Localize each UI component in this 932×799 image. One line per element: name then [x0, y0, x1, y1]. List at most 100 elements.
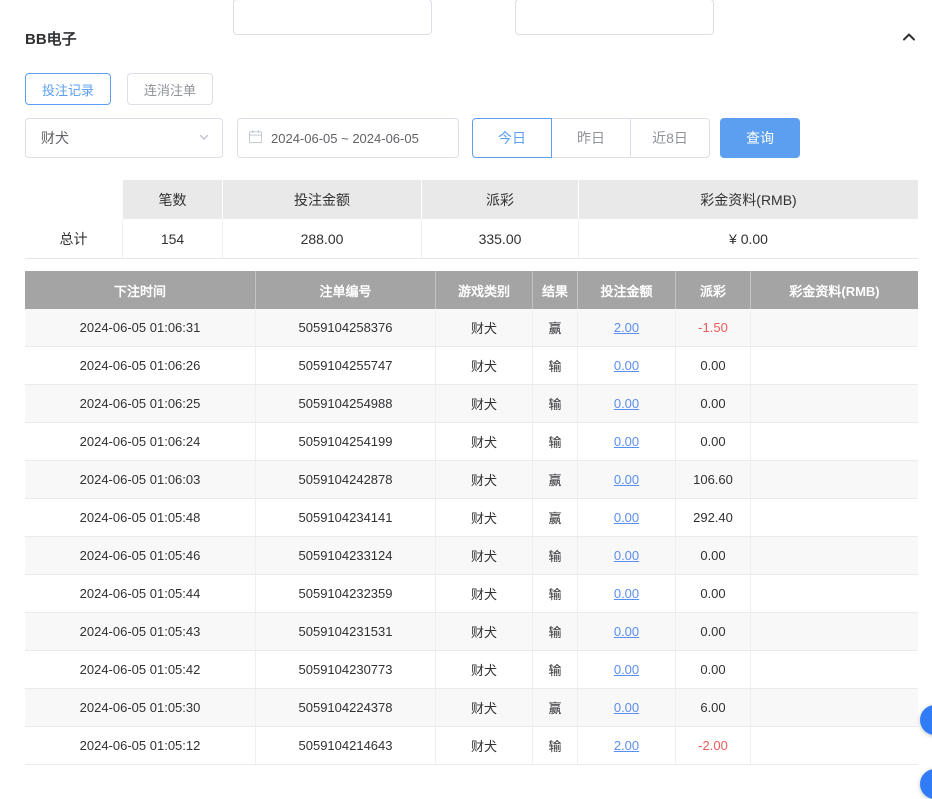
- table-row: 2024-06-05 01:05:43 5059104231531 财犬 输 0…: [25, 613, 918, 651]
- records-table: 下注时间 注单编号 游戏类别 结果 投注金额 派彩 彩金资料(RMB) 2024…: [25, 271, 918, 765]
- cell-bet-time: 2024-06-05 01:06:31: [25, 309, 255, 346]
- cell-order-id: 5059104232359: [255, 575, 435, 612]
- cell-game-type: 财犬: [435, 689, 532, 726]
- quick-yesterday-button[interactable]: 昨日: [551, 118, 631, 158]
- summary-table: 笔数 投注金额 派彩 彩金资料(RMB) 总计 154 288.00 335.0…: [25, 180, 918, 259]
- tab-bet-records[interactable]: 投注记录: [25, 73, 111, 105]
- tab-cancelled-orders[interactable]: 连消注单: [127, 73, 213, 105]
- cell-bet-time: 2024-06-05 01:05:30: [25, 689, 255, 726]
- cell-bet-time: 2024-06-05 01:06:03: [25, 461, 255, 498]
- summary-header-count: 笔数: [122, 180, 222, 219]
- bet-amount-link[interactable]: 0.00: [614, 662, 639, 677]
- cell-bonus: [750, 537, 918, 574]
- summary-header-bet-amount: 投注金额: [222, 180, 421, 219]
- cell-game-type: 财犬: [435, 499, 532, 536]
- cell-bet-amount: 0.00: [577, 461, 675, 498]
- bet-amount-link[interactable]: 0.00: [614, 510, 639, 525]
- cell-bet-amount: 0.00: [577, 651, 675, 688]
- cell-result: 输: [532, 385, 577, 422]
- cell-bet-amount: 2.00: [577, 727, 675, 764]
- cell-bonus: [750, 613, 918, 650]
- cell-bet-time: 2024-06-05 01:05:44: [25, 575, 255, 612]
- cell-bet-time: 2024-06-05 01:05:42: [25, 651, 255, 688]
- cell-bet-amount: 0.00: [577, 613, 675, 650]
- bet-amount-link[interactable]: 0.00: [614, 434, 639, 449]
- cell-order-id: 5059104242878: [255, 461, 435, 498]
- cell-result: 赢: [532, 689, 577, 726]
- cell-payout: -1.50: [675, 309, 750, 346]
- game-select[interactable]: 财犬: [25, 118, 223, 158]
- cell-payout: 0.00: [675, 385, 750, 422]
- cell-bonus: [750, 461, 918, 498]
- collapse-panel-button[interactable]: [900, 28, 918, 49]
- summary-bet-amount-value: 288.00: [222, 219, 421, 258]
- record-type-tabs: 投注记录 连消注单: [25, 73, 918, 105]
- cell-bonus: [750, 385, 918, 422]
- cell-order-id: 5059104224378: [255, 689, 435, 726]
- service-widget-button[interactable]: [920, 769, 932, 799]
- bet-amount-link[interactable]: 0.00: [614, 358, 639, 373]
- summary-header-row: 笔数 投注金额 派彩 彩金资料(RMB): [25, 180, 918, 219]
- cell-game-type: 财犬: [435, 537, 532, 574]
- cell-result: 赢: [532, 309, 577, 346]
- cell-result: 输: [532, 727, 577, 764]
- cell-order-id: 5059104254988: [255, 385, 435, 422]
- cell-bet-time: 2024-06-05 01:05:46: [25, 537, 255, 574]
- panel-header: BB电子: [25, 28, 918, 49]
- cell-game-type: 财犬: [435, 613, 532, 650]
- cell-payout: 0.00: [675, 423, 750, 460]
- cell-bet-time: 2024-06-05 01:05:48: [25, 499, 255, 536]
- top-partial-select-1[interactable]: [233, 0, 432, 35]
- bet-amount-link[interactable]: 0.00: [614, 396, 639, 411]
- cell-order-id: 5059104233124: [255, 537, 435, 574]
- summary-header-payout: 派彩: [421, 180, 578, 219]
- cell-order-id: 5059104231531: [255, 613, 435, 650]
- date-range-input[interactable]: 2024-06-05 ~ 2024-06-05: [237, 118, 459, 158]
- table-row: 2024-06-05 01:05:46 5059104233124 财犬 输 0…: [25, 537, 918, 575]
- table-row: 2024-06-05 01:05:44 5059104232359 财犬 输 0…: [25, 575, 918, 613]
- cell-game-type: 财犬: [435, 309, 532, 346]
- bet-amount-link[interactable]: 0.00: [614, 586, 639, 601]
- table-row: 2024-06-05 01:06:31 5059104258376 财犬 赢 2…: [25, 309, 918, 347]
- table-row: 2024-06-05 01:06:25 5059104254988 财犬 输 0…: [25, 385, 918, 423]
- quick-last8days-button[interactable]: 近8日: [630, 118, 710, 158]
- cell-payout: -2.00: [675, 727, 750, 764]
- summary-total-label: 总计: [25, 219, 122, 258]
- cell-payout: 0.00: [675, 575, 750, 612]
- cell-bonus: [750, 309, 918, 346]
- top-partial-select-2[interactable]: [515, 0, 714, 35]
- table-row: 2024-06-05 01:06:26 5059104255747 财犬 输 0…: [25, 347, 918, 385]
- cell-bet-amount: 2.00: [577, 309, 675, 346]
- bet-amount-link[interactable]: 0.00: [614, 472, 639, 487]
- cell-result: 输: [532, 613, 577, 650]
- bet-amount-link[interactable]: 0.00: [614, 700, 639, 715]
- quick-today-button[interactable]: 今日: [472, 118, 552, 158]
- query-button[interactable]: 查询: [720, 118, 800, 158]
- table-row: 2024-06-05 01:05:48 5059104234141 财犬 赢 0…: [25, 499, 918, 537]
- calendar-icon: [248, 129, 263, 147]
- chevron-down-icon: [198, 130, 210, 146]
- cell-bonus: [750, 423, 918, 460]
- cell-bonus: [750, 499, 918, 536]
- cell-bonus: [750, 347, 918, 384]
- bet-amount-link[interactable]: 0.00: [614, 624, 639, 639]
- header-bet-amount: 投注金额: [577, 271, 675, 309]
- cell-game-type: 财犬: [435, 385, 532, 422]
- header-game-type: 游戏类别: [435, 271, 532, 309]
- table-row: 2024-06-05 01:05:30 5059104224378 财犬 赢 0…: [25, 689, 918, 727]
- cell-bonus: [750, 689, 918, 726]
- summary-header-bonus: 彩金资料(RMB): [578, 180, 918, 219]
- cell-order-id: 5059104230773: [255, 651, 435, 688]
- cell-bet-time: 2024-06-05 01:05:12: [25, 727, 255, 764]
- filter-bar: 财犬 2024-06-05 ~ 2024-06-05 今日 昨日 近8日 查询: [25, 118, 918, 158]
- cell-order-id: 5059104214643: [255, 727, 435, 764]
- cell-bet-amount: 0.00: [577, 385, 675, 422]
- bet-amount-link[interactable]: 0.00: [614, 548, 639, 563]
- cell-game-type: 财犬: [435, 347, 532, 384]
- header-bonus: 彩金资料(RMB): [750, 271, 918, 309]
- bet-amount-link[interactable]: 2.00: [614, 320, 639, 335]
- game-select-value: 财犬: [41, 128, 69, 148]
- records-table-body: 2024-06-05 01:06:31 5059104258376 财犬 赢 2…: [25, 309, 918, 765]
- cell-order-id: 5059104254199: [255, 423, 435, 460]
- records-table-header: 下注时间 注单编号 游戏类别 结果 投注金额 派彩 彩金资料(RMB): [25, 271, 918, 309]
